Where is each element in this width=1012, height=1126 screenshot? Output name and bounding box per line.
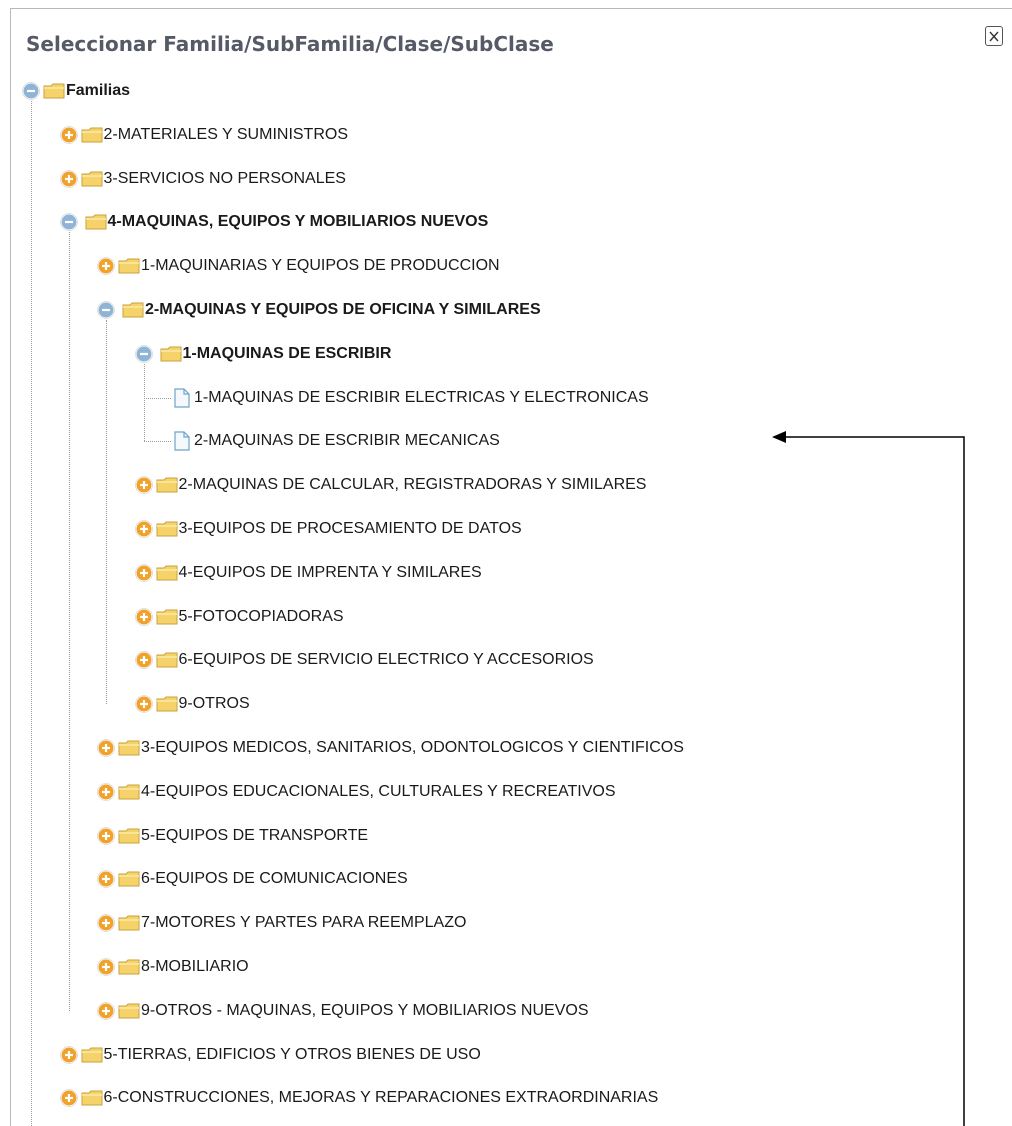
annotation-arrow [772, 431, 965, 1126]
